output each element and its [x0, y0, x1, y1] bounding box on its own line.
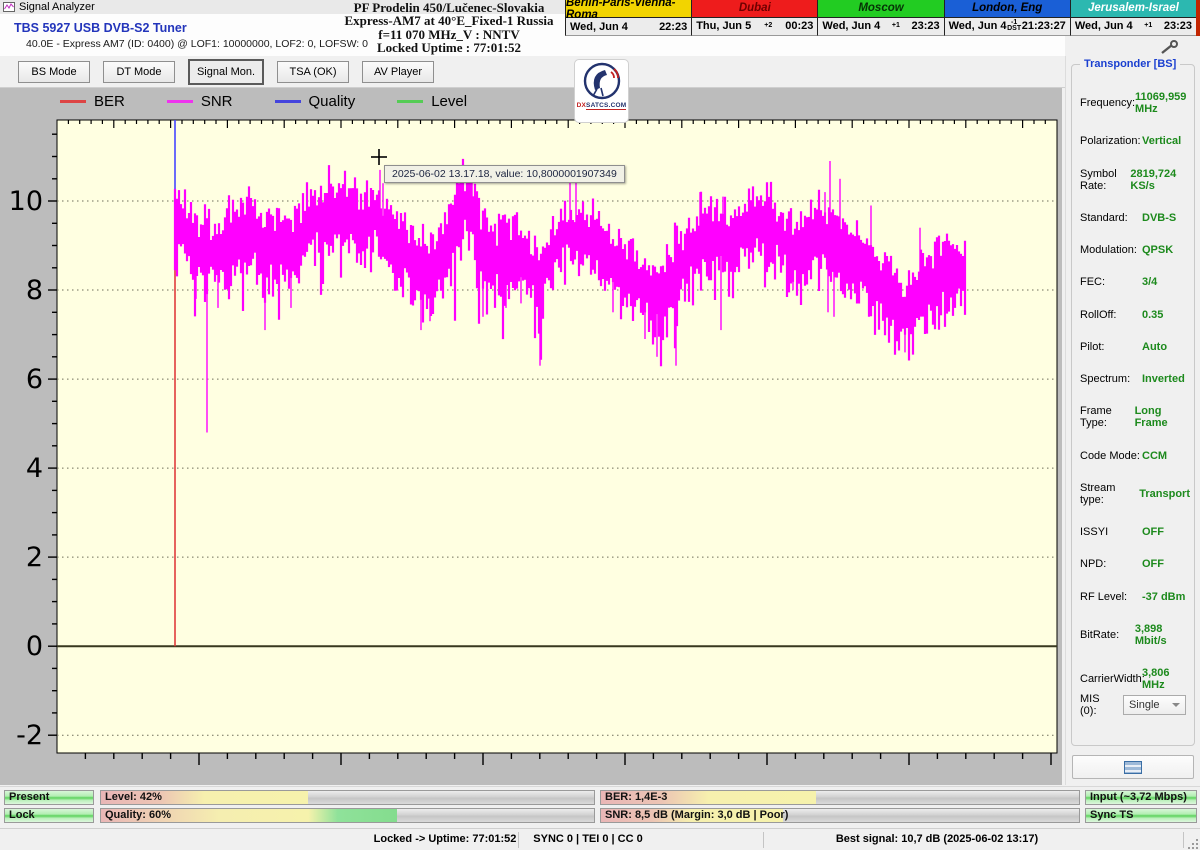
status-uptime: Locked -> Uptime: 77:01:52	[373, 833, 517, 845]
satellite-dish-icon	[583, 62, 620, 100]
clock-city: London, Eng	[944, 0, 1070, 18]
lock-indicator: Lock	[4, 808, 94, 823]
clock-0: Berlin-Paris-Vienna-Roma Wed, Jun 4 22:2…	[565, 0, 692, 36]
logo-text: DXSATCS.COM	[576, 102, 627, 110]
transponder-title: Transponder [BS]	[1080, 58, 1181, 70]
mode-tabs: BS Mode DT Mode Signal Mon. TSA (OK) AV …	[0, 56, 1065, 88]
status-bar: Locked -> Uptime: 77:01:52 SYNC 0 | TEI …	[0, 828, 1200, 850]
transponder-field-15: BitRate: 3,898 Mbit/s	[1080, 622, 1167, 647]
site-title-line4: Locked Uptime : 77:01:52	[376, 40, 522, 56]
dxsatcs-logo: DXSATCS.COM	[574, 59, 629, 123]
tab-tsa[interactable]: TSA (OK)	[277, 60, 349, 83]
tab-av-player[interactable]: AV Player	[362, 60, 434, 83]
mis-label: MIS (0):	[1080, 693, 1100, 717]
transponder-field-0: Frequency: 11069,959 MHz	[1080, 91, 1187, 115]
transponder-field-1: Polarization: Vertical	[1080, 135, 1182, 148]
transponder-field-2: Symbol Rate: 2819,724 KS/s	[1080, 167, 1177, 192]
transponder-field-7: Pilot: Auto	[1080, 340, 1168, 353]
svg-text:2: 2	[26, 542, 43, 573]
clock-3: London, Eng Wed, Jun 4 -1 DST 21:23:27	[943, 0, 1070, 36]
transponder-field-16: CarrierWidth: 3,806 MHz	[1080, 667, 1170, 691]
svg-text:6: 6	[26, 364, 43, 395]
svg-text:8: 8	[26, 275, 43, 306]
transport-stream-button[interactable]	[1072, 755, 1194, 779]
signal-plot[interactable]: -2 0 2 4 6 8 10	[0, 88, 1062, 785]
chevron-down-icon	[1172, 703, 1180, 707]
present-indicator: Present	[4, 790, 94, 805]
transponder-field-5: FEC: 3/4	[1080, 276, 1158, 289]
mis-row: MIS (0): Single	[1080, 693, 1186, 717]
signal-chart-panel: BER SNR Quality Level -2 0 2 4 6 8 10	[0, 88, 1062, 785]
mis-select[interactable]: Single	[1122, 695, 1186, 715]
tools-icon[interactable]	[1158, 40, 1180, 56]
status-best-signal: Best signal: 10,7 dB (2025-06-02 13:17)	[835, 833, 1039, 845]
tuner-detail: 40.0E - Express AM7 (ID: 0400) @ LOF1: 1…	[26, 38, 368, 50]
clock-edge-stripe	[1196, 0, 1200, 36]
mis-value: Single	[1128, 699, 1160, 711]
world-clocks: Berlin-Paris-Vienna-Roma Wed, Jun 4 22:2…	[565, 0, 1200, 36]
status-separator	[518, 832, 519, 848]
clock-4: Jerusalem-Israel Wed, Jun 4 +1 23:23	[1069, 0, 1197, 36]
svg-text:10: 10	[9, 186, 43, 217]
ber-gauge: BER: 1,4E-3	[600, 790, 1080, 805]
ts-list-icon	[1124, 760, 1142, 774]
clock-datetime: Wed, Jun 4 +1 23:23	[1070, 17, 1197, 35]
site-title-line2: Express-AM7 at 40°E_Fixed-1 Russia	[344, 13, 554, 29]
site-title-line1: PF Prodelin 450/Lučenec-Slovakia	[353, 0, 545, 15]
transponder-field-11: Stream type: Transport	[1080, 481, 1190, 506]
sync-ts-indicator: Sync TS	[1085, 808, 1197, 823]
status-separator	[1183, 832, 1184, 848]
transponder-field-12: ISSYI OFF	[1080, 526, 1164, 538]
signal-analyzer-window: Signal Analyzer TBS 5927 USB DVB-S2 Tune…	[0, 0, 1200, 850]
transponder-field-14: RF Level: -37 dBm	[1080, 590, 1186, 603]
svg-text:-2: -2	[16, 720, 43, 751]
svg-text:4: 4	[26, 453, 43, 484]
quality-gauge: Quality: 60%	[100, 808, 595, 823]
transponder-field-4: Modulation: QPSK	[1080, 244, 1174, 256]
tuner-name: TBS 5927 USB DVB-S2 Tuner	[14, 21, 187, 35]
tab-signal-mon[interactable]: Signal Mon.	[188, 58, 264, 85]
site-title-line3: f=11 070 MHz_V : NNTV	[378, 26, 520, 42]
status-sync: SYNC 0 | TEI 0 | CC 0	[533, 833, 643, 845]
tab-dt-mode[interactable]: DT Mode	[103, 60, 175, 83]
clock-2: Moscow Wed, Jun 4 +1 23:23	[817, 0, 944, 36]
clock-datetime: Wed, Jun 4 -1 DST 21:23:27	[944, 17, 1070, 35]
signal-analyzer-icon	[3, 2, 15, 12]
clock-city: Dubai	[692, 0, 818, 18]
clock-city: Jerusalem-Israel	[1070, 0, 1197, 18]
clock-city: Berlin-Paris-Vienna-Roma	[566, 0, 692, 21]
clock-1: Dubai Thu, Jun 5 +2 00:23	[691, 0, 818, 36]
tab-bs-mode[interactable]: BS Mode	[18, 60, 90, 83]
transponder-field-10: Code Mode: CCM	[1080, 449, 1168, 462]
status-separator	[763, 832, 764, 848]
transponder-groupbox: Transponder [BS] Frequency: 11069,959 MHz…	[1071, 58, 1195, 746]
level-gauge: Level: 42%	[100, 790, 595, 805]
transponder-sidebar: Transponder [BS] Frequency: 11069,959 MHz…	[1065, 56, 1200, 785]
transponder-field-8: Spectrum: Inverted	[1080, 373, 1185, 385]
site-title: PF Prodelin 450/Lučenec-Slovakia Express…	[324, 1, 574, 55]
transponder-field-3: Standard: DVB-S	[1080, 211, 1177, 224]
clock-datetime: Thu, Jun 5 +2 00:23	[692, 17, 818, 35]
snr-gauge: SNR: 8,5 dB (Margin: 3,0 dB | Poor)	[600, 808, 1080, 823]
svg-text:0: 0	[26, 631, 43, 662]
meters-panel: Present Lock Level: 42% Quality: 60% BER…	[0, 786, 1200, 829]
input-indicator: Input (~3,72 Mbps)	[1085, 790, 1197, 805]
value-tooltip: 2025-06-02 13.17.18, value: 10,800000190…	[384, 165, 625, 183]
clock-city: Moscow	[818, 0, 944, 18]
transponder-field-13: NPD: OFF	[1080, 558, 1164, 571]
clock-datetime: Wed, Jun 4 22:23	[566, 18, 692, 35]
transponder-field-6: RollOff: 0.35	[1080, 308, 1164, 321]
transponder-fields: Frequency: 11069,959 MHz Polarization: Ver…	[1080, 91, 1190, 691]
resize-grip-icon[interactable]	[1186, 837, 1198, 849]
clock-datetime: Wed, Jun 4 +1 23:23	[818, 17, 944, 35]
transponder-field-9: Frame Type: Long Frame	[1080, 405, 1168, 430]
window-title: Signal Analyzer	[19, 1, 95, 13]
